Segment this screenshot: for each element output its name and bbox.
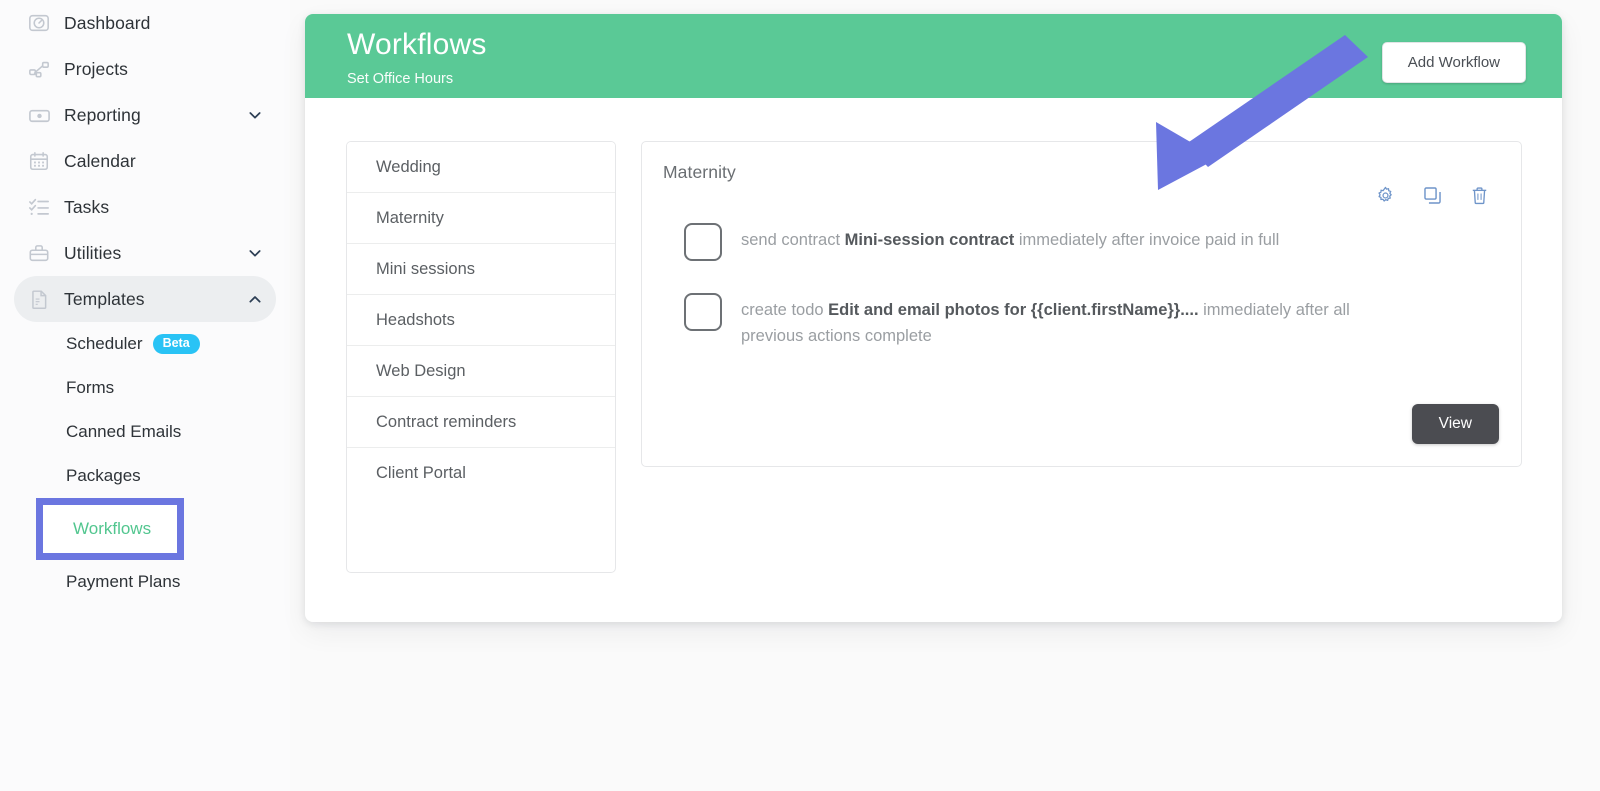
sidebar-item-payment-plans[interactable]: Payment Plans xyxy=(0,560,290,604)
workflow-list-item[interactable]: Headshots xyxy=(347,295,615,346)
add-workflow-button[interactable]: Add Workflow xyxy=(1381,42,1526,83)
sidebar-subitem-label: Payment Plans xyxy=(66,572,181,591)
step-description: send contract Mini-session contract imme… xyxy=(741,221,1279,253)
sidebar-item-templates[interactable]: Templates xyxy=(14,276,276,322)
main-content-card: Workflows Set Office Hours Add Workflow … xyxy=(305,14,1562,622)
dashboard-gauge-icon xyxy=(26,10,52,36)
sidebar-item-utilities[interactable]: Utilities xyxy=(14,230,276,276)
sidebar-subitem-label: Forms xyxy=(66,378,115,397)
gear-icon[interactable] xyxy=(1376,186,1395,205)
step-suffix: immediately after invoice paid in full xyxy=(1014,231,1280,249)
sidebar-item-reporting[interactable]: Reporting xyxy=(14,92,276,138)
workflow-step-row: create todo Edit and email photos for {{… xyxy=(663,291,1497,350)
workflow-list-item[interactable]: Contract reminders xyxy=(347,397,615,448)
sidebar-item-label: Reporting xyxy=(64,104,141,125)
page-header: Workflows Set Office Hours Add Workflow xyxy=(305,14,1562,98)
step-checkbox[interactable] xyxy=(684,223,722,261)
sidebar-subitem-label: Canned Emails xyxy=(66,422,182,441)
sidebar-item-dashboard[interactable]: Dashboard xyxy=(14,0,276,46)
sidebar-item-label: Tasks xyxy=(64,196,110,217)
workflow-step-row: send contract Mini-session contract imme… xyxy=(663,221,1497,261)
workflow-list-item[interactable]: Maternity xyxy=(347,193,615,244)
chevron-up-icon[interactable] xyxy=(246,290,264,308)
step-emphasis: Mini-session contract xyxy=(844,231,1015,249)
workflow-list-item[interactable]: Wedding xyxy=(347,142,615,193)
calendar-icon xyxy=(26,148,52,174)
step-prefix: send contract xyxy=(741,231,845,249)
step-checkbox[interactable] xyxy=(684,293,722,331)
chevron-down-icon[interactable] xyxy=(246,106,264,124)
toolbox-icon xyxy=(26,240,52,266)
chevron-down-icon[interactable] xyxy=(246,244,264,262)
sidebar-subitem-label: Scheduler xyxy=(66,334,143,353)
sidebar-item-forms[interactable]: Forms xyxy=(0,366,290,410)
content-area: Wedding Maternity Mini sessions Headshot… xyxy=(305,98,1562,573)
sidebar-item-label: Projects xyxy=(64,58,129,79)
document-icon xyxy=(26,286,52,312)
sidebar-item-projects[interactable]: Projects xyxy=(14,46,276,92)
sidebar-item-tasks[interactable]: Tasks xyxy=(14,184,276,230)
workflow-detail-title: Maternity xyxy=(663,162,736,182)
workflow-list-item[interactable]: Client Portal xyxy=(347,448,615,499)
sidebar-item-scheduler[interactable]: Scheduler Beta xyxy=(0,322,290,366)
sidebar-item-workflows[interactable]: Workflows xyxy=(36,498,184,560)
sidebar-subitem-label: Packages xyxy=(66,466,141,485)
page-subtitle: Set Office Hours xyxy=(347,70,454,87)
sidebar-item-label: Templates xyxy=(64,288,145,309)
trash-icon[interactable] xyxy=(1470,186,1489,205)
sidebar-item-calendar[interactable]: Calendar xyxy=(14,138,276,184)
step-description: create todo Edit and email photos for {{… xyxy=(741,291,1413,350)
sidebar-item-packages[interactable]: Packages xyxy=(0,454,290,498)
sitemap-icon xyxy=(26,56,52,82)
duplicate-icon[interactable] xyxy=(1423,186,1442,205)
beta-badge: Beta xyxy=(152,334,200,354)
page-title: Workflows xyxy=(347,28,487,61)
detail-action-toolbar xyxy=(1376,186,1489,205)
money-bill-icon xyxy=(26,102,52,128)
view-button[interactable]: View xyxy=(1411,404,1499,444)
sidebar-subitem-label: Workflows xyxy=(73,519,152,538)
workflow-detail-panel: Maternity send contract Mini-session con… xyxy=(641,141,1522,467)
workflow-step-list: send contract Mini-session contract imme… xyxy=(663,221,1497,350)
workflow-list-item[interactable]: Web Design xyxy=(347,346,615,397)
sidebar: Dashboard Projects Reporting Calendar Ta… xyxy=(0,0,290,791)
step-prefix: create todo xyxy=(741,301,829,319)
workflow-list-item[interactable]: Mini sessions xyxy=(347,244,615,295)
sidebar-item-label: Dashboard xyxy=(64,12,151,33)
sidebar-item-label: Calendar xyxy=(64,150,136,171)
checklist-icon xyxy=(26,194,52,220)
sidebar-item-label: Utilities xyxy=(64,242,122,263)
step-emphasis: Edit and email photos for {{client.first… xyxy=(828,301,1199,319)
workflow-list[interactable]: Wedding Maternity Mini sessions Headshot… xyxy=(346,141,616,573)
sidebar-item-canned-emails[interactable]: Canned Emails xyxy=(0,410,290,454)
